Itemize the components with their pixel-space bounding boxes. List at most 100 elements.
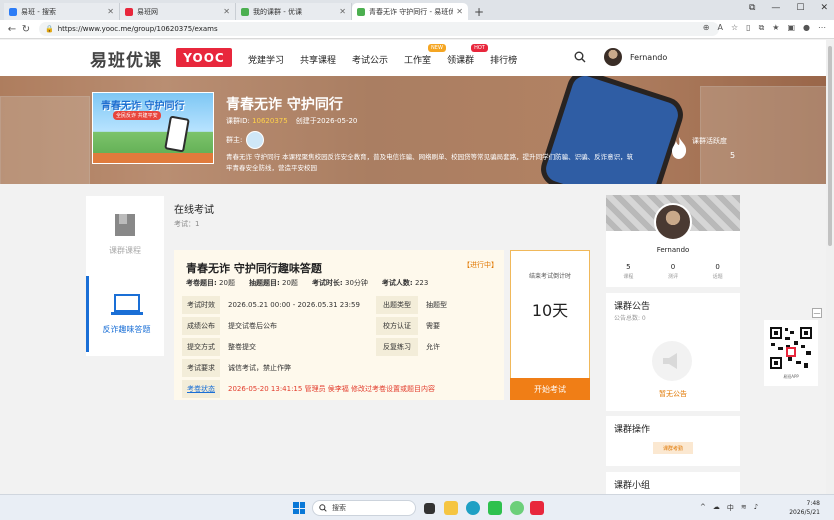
favorites-bar-icon[interactable]: ★: [772, 23, 779, 33]
table-row: 考试要求 诚信考试，禁止作弊: [182, 359, 498, 380]
tab-close-icon[interactable]: ✕: [223, 7, 230, 16]
tab-close-icon[interactable]: ✕: [339, 7, 346, 16]
edge-icon[interactable]: [466, 501, 480, 515]
nav-item-party-study[interactable]: 党建学习: [248, 53, 284, 66]
logo[interactable]: 易班优课: [90, 46, 162, 71]
avatar[interactable]: [654, 203, 692, 241]
notice-count: 公告总数: 0: [614, 315, 646, 322]
tab-close-icon[interactable]: ✕: [456, 7, 463, 16]
stat-topics[interactable]: 0 话题: [713, 263, 723, 280]
laptop-icon: [110, 294, 143, 315]
browser-tab-2[interactable]: 易班网 ✕: [120, 3, 236, 20]
taskbar-search[interactable]: 搜索: [312, 500, 416, 516]
table-row: 提交方式 整卷提交 反复练习 允许: [182, 338, 498, 359]
favorite-icon[interactable]: ☆: [731, 23, 738, 33]
user-card: Fernando 5 课程 0 测评 0 话题: [606, 195, 740, 287]
address-bar: ← ↻ 🔒 https://www.yooc.me/group/10620375…: [0, 20, 834, 39]
search-icon[interactable]: [574, 51, 586, 63]
more-icon[interactable]: ⋯: [818, 23, 826, 33]
subgroup-panel: 课群小组: [606, 472, 740, 494]
minimize-icon[interactable]: —: [771, 3, 780, 13]
notice-panel: 课群公告 公告总数: 0 暂无公告: [606, 293, 740, 411]
notice-empty: 暂无公告: [659, 390, 687, 398]
clock[interactable]: 7:48 2026/5/21: [784, 499, 820, 517]
tab-favicon-icon: [9, 7, 17, 16]
app-icon[interactable]: [510, 501, 524, 515]
new-tab-icon[interactable]: +: [474, 3, 484, 20]
extensions-icon[interactable]: ⧉: [759, 23, 765, 33]
maximize-icon[interactable]: ☐: [796, 3, 804, 13]
logo-badge[interactable]: YOOC: [176, 48, 232, 67]
site-header: 易班优课 YOOC 党建学习 共享课程 考试公示 工作室 NEW 领课群 HOT 排…: [0, 40, 826, 76]
avatar[interactable]: [604, 48, 622, 66]
ime-indicator[interactable]: 中: [727, 503, 734, 513]
megaphone-icon: [652, 341, 692, 381]
tab-close-icon[interactable]: ✕: [107, 7, 114, 16]
countdown-value: 10天: [531, 301, 569, 320]
cloud-icon[interactable]: ☁: [713, 503, 720, 513]
wifi-icon[interactable]: ≋: [741, 503, 747, 513]
sidenav-item-quiz[interactable]: 反诈趣味答题: [86, 276, 164, 352]
exam-card: 青春无诈 守护同行趣味答题 【进行中】 考卷题目: 20题 抽题题目: 20题 …: [174, 250, 504, 400]
qr-label: 易班APP: [783, 374, 799, 379]
nav-item-shared-courses[interactable]: 共享课程: [300, 53, 336, 66]
wechat-icon[interactable]: [488, 501, 502, 515]
stat-courses[interactable]: 5 课程: [623, 263, 633, 280]
table-row: 考试时效 2026.05.21 00:00 - 2026.05.31 23:59 …: [182, 296, 498, 317]
flame-icon: [672, 137, 687, 159]
nav-item-studio[interactable]: 工作室 NEW: [404, 44, 446, 66]
windows-start-icon[interactable]: [293, 502, 305, 514]
cover-track: [93, 153, 213, 163]
url-field[interactable]: 🔒 https://www.yooc.me/group/10620375/exa…: [39, 22, 719, 36]
profile-icon[interactable]: ●: [803, 23, 810, 33]
exam-title[interactable]: 青春无诈 守护同行趣味答题: [186, 260, 322, 276]
window-restore-icon[interactable]: ⧉: [749, 3, 755, 13]
book-icon: [115, 214, 135, 236]
status-badge: 【进行中】: [463, 261, 498, 269]
group-ops-panel: 课群操作 课群考勤: [606, 416, 740, 466]
back-icon[interactable]: ←: [5, 24, 19, 35]
table-row: 成绩公布 提交试卷后公布 校方认证 需要: [182, 317, 498, 338]
system-tray: ^ ☁ 中 ≋ ♪: [700, 503, 758, 513]
zoom-icon[interactable]: ⊕: [703, 23, 710, 33]
browser-tab-bar: 易班 - 搜索 ✕ 易班网 ✕ 我的课群 - 优课 ✕ 青春无诈 守护同行 - …: [0, 0, 834, 20]
hot-badge: HOT: [471, 44, 488, 52]
nav-item-exam-notice[interactable]: 考试公示: [352, 53, 388, 66]
browser-tab-1[interactable]: 易班 - 搜索 ✕: [4, 3, 120, 20]
sidenav-item-courses[interactable]: 课群课程: [86, 196, 164, 272]
page-scrollbar[interactable]: [826, 40, 834, 494]
split-icon[interactable]: ▯: [746, 23, 750, 33]
username[interactable]: Fernando: [630, 53, 667, 62]
task-view-icon[interactable]: [424, 503, 435, 514]
tab-favicon-icon: [357, 7, 365, 16]
browser-tab-3[interactable]: 我的课群 - 优课 ✕: [236, 3, 352, 20]
nav-item-leaderboard[interactable]: 排行榜: [490, 53, 517, 66]
stat-tests[interactable]: 0 测评: [668, 263, 678, 280]
group-id: 10620375: [252, 117, 288, 125]
file-explorer-icon[interactable]: [444, 501, 458, 515]
close-icon[interactable]: ✕: [820, 3, 828, 13]
scroll-thumb[interactable]: [828, 46, 832, 246]
start-exam-button[interactable]: 开始考试: [510, 378, 590, 400]
refresh-icon[interactable]: ↻: [19, 24, 33, 35]
browser-tab-4[interactable]: 青春无诈 守护同行 - 易班优课 ✕: [352, 3, 468, 20]
window-controls: ⧉ — ☐ ✕: [749, 3, 828, 13]
user-stats: 5 课程 0 测评 0 话题: [606, 263, 740, 280]
wps-icon[interactable]: [530, 501, 544, 515]
exam-stats: 考卷题目: 20题 抽题题目: 20题 考试时长: 30分钟 考试人数: 223: [186, 279, 429, 287]
owner-avatar[interactable]: [246, 131, 265, 149]
chevron-up-icon[interactable]: ^: [700, 503, 706, 513]
collections-icon[interactable]: ▣: [787, 23, 795, 33]
group-title: 青春无诈 守护同行: [226, 97, 343, 113]
ops-title: 课群操作: [614, 425, 651, 435]
exam-countdown: 结束考试倒计时 10天 开始考试: [510, 250, 590, 400]
read-aloud-icon[interactable]: A: [718, 23, 723, 33]
volume-icon[interactable]: ♪: [754, 503, 758, 513]
exam-status-link[interactable]: 考卷状态: [182, 380, 220, 398]
attendance-button[interactable]: 课群考勤: [653, 442, 693, 454]
qr-panel: 易班APP: [764, 320, 818, 386]
subgroup-title: 课群小组: [614, 481, 651, 491]
qr-close-button[interactable]: —: [812, 308, 822, 318]
exam-section-title: 在线考试: [174, 205, 214, 216]
nav-item-claim-group[interactable]: 领课群 HOT: [447, 44, 488, 66]
